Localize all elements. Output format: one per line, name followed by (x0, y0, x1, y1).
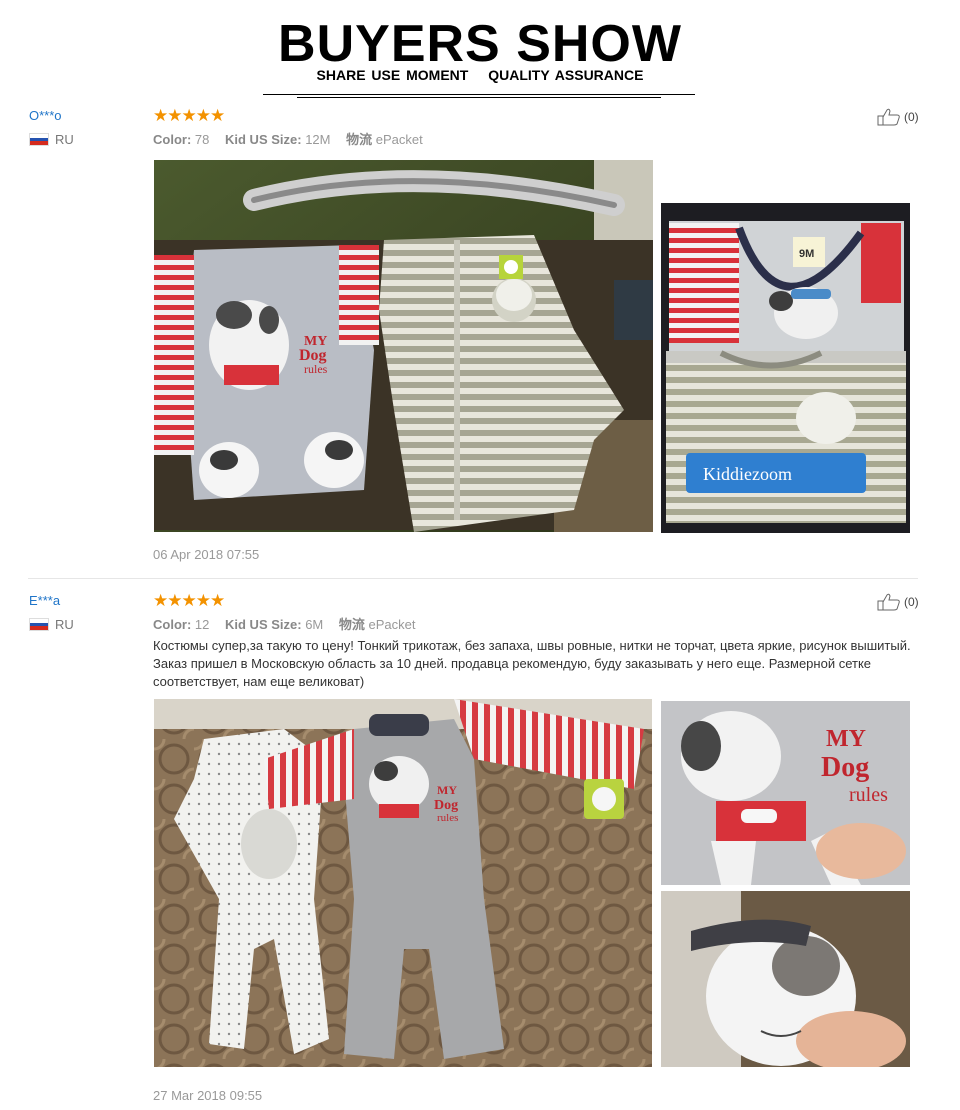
review-item: E***a RU ★★★★★ Color: 12 Kid US Size: 6M… (0, 585, 960, 1110)
size-tag: 9M (799, 248, 814, 260)
size-label: Kid US Size: (225, 617, 302, 632)
helpful-count: (0) (904, 110, 919, 124)
photo-label: MY (826, 726, 866, 752)
review-photo[interactable] (661, 891, 910, 1067)
review-photo[interactable]: MY Dog rules (154, 160, 653, 532)
review-date: 27 Mar 2018 09:55 (153, 1088, 263, 1103)
shipping-value: ePacket (368, 617, 416, 632)
size-value: 6M (305, 617, 324, 632)
header-subtitle: SHARE USE MOMENT QUALITY ASSURANCE (0, 67, 960, 83)
country-code: RU (55, 132, 74, 147)
header-title: BUYERS SHOW (278, 15, 682, 73)
subtitle-right: QUALITY ASSURANCE (488, 67, 644, 83)
reviewer-country: RU (29, 617, 74, 632)
star-rating: ★★★★★ (153, 591, 225, 610)
header-rule-top (263, 94, 695, 95)
helpful-button[interactable]: (0) (877, 593, 919, 611)
brand-tag: Kiddiezoom (703, 464, 792, 484)
color-label: Color: (153, 132, 192, 147)
reviewer-country: RU (29, 132, 74, 147)
shipping-label: 物流 (346, 132, 373, 147)
thumbs-up-icon (877, 108, 900, 126)
photo-onesies-on-chair: MY Dog rules (154, 160, 653, 532)
color-value: 12 (194, 617, 210, 632)
photo-label: Dog (821, 752, 869, 783)
review-divider (28, 578, 918, 579)
header-rule-bottom (297, 97, 661, 98)
photo-label: rules (304, 362, 328, 376)
photo-label: Dog (434, 798, 458, 813)
reviewer-name[interactable]: E***a (29, 593, 60, 608)
helpful-button[interactable]: (0) (877, 108, 919, 126)
size-value: 12M (305, 132, 331, 147)
review-item: O***o RU ★★★★★ Color: 78 Kid US Size: 12… (0, 100, 960, 578)
subtitle-left: SHARE USE MOMENT (316, 67, 469, 83)
order-specs: Color: 78 Kid US Size: 12M 物流 ePacket (153, 129, 435, 148)
photo-onesies-on-bed: MY Dog rules (154, 699, 652, 1067)
shipping-value: ePacket (375, 132, 423, 147)
color-value: 78 (194, 132, 210, 147)
star-rating: ★★★★★ (153, 106, 225, 125)
buyers-show-header: BUYERS SHOW SHARE USE MOMENT QUALITY ASS… (0, 0, 960, 100)
review-photo[interactable]: MY Dog rules (661, 701, 910, 885)
russia-flag-icon (29, 618, 49, 631)
order-specs: Color: 12 Kid US Size: 6M 物流 ePacket (153, 614, 428, 633)
shipping-label: 物流 (338, 617, 365, 632)
photo-label: MY (437, 783, 457, 797)
helpful-count: (0) (904, 595, 919, 609)
review-date: 06 Apr 2018 07:55 (153, 547, 260, 562)
reviewer-name[interactable]: O***o (29, 108, 62, 123)
review-photo[interactable]: MY Dog rules (154, 699, 652, 1067)
photo-packaged-onesies: 9M Kiddiezoom (661, 203, 910, 533)
size-label: Kid US Size: (225, 132, 302, 147)
photo-label: rules (849, 784, 888, 806)
color-label: Color: (153, 617, 192, 632)
review-text: Костюмы супер,за такую то цену! Тонкий т… (153, 638, 911, 689)
photo-dog-foot-closeup (661, 891, 910, 1067)
thumbs-up-icon (877, 593, 900, 611)
photo-label: rules (437, 812, 458, 824)
review-photo[interactable]: 9M Kiddiezoom (661, 203, 910, 533)
country-code: RU (55, 617, 74, 632)
photo-dog-embroidery-closeup: MY Dog rules (661, 701, 910, 885)
russia-flag-icon (29, 133, 49, 146)
